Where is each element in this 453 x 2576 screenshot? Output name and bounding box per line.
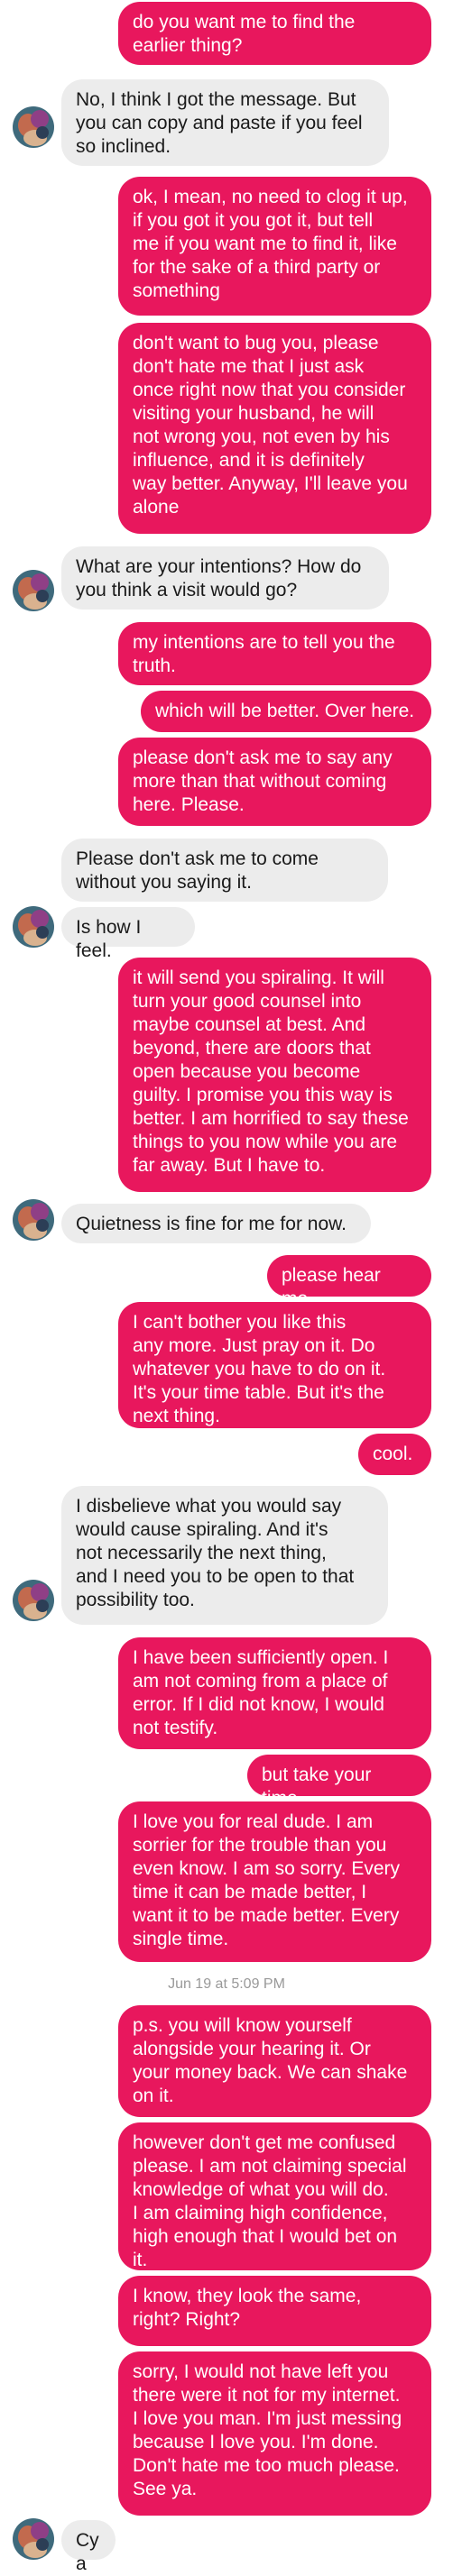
sent-message: don't want to bug you, please don't hate… <box>118 323 431 534</box>
sent-message: ok, I mean, no need to clog it up, if yo… <box>118 177 431 316</box>
sent-message: however don't get me confused please. I … <box>118 2122 431 2270</box>
received-message: Cya <box>61 2520 116 2574</box>
contact-avatar[interactable] <box>13 2518 54 2560</box>
received-message: Is how I feel. <box>61 907 195 961</box>
received-message: No, I think I got the message. But you c… <box>61 79 389 166</box>
sent-message: it will send you spiraling. It will turn… <box>118 958 431 1192</box>
sent-message: cool. <box>358 1434 431 1475</box>
sent-message: but take your time. <box>247 1755 431 1809</box>
sent-message: I have been sufficiently open. I am not … <box>118 1637 431 1749</box>
received-message: Please don't ask me to come without you … <box>61 839 388 902</box>
contact-avatar[interactable] <box>13 570 54 611</box>
sent-message: please don't ask me to say any more than… <box>118 738 431 826</box>
received-message: I disbelieve what you would say would ca… <box>61 1486 388 1625</box>
sent-message: p.s. you will know yourself alongside yo… <box>118 2005 431 2117</box>
sent-message: do you want me to find the earlier thing… <box>118 2 431 65</box>
sent-message: I can't bother you like this any more. J… <box>118 1302 431 1428</box>
sent-message: sorry, I would not have left you there w… <box>118 2351 431 2516</box>
contact-avatar[interactable] <box>13 106 54 148</box>
chat-thread: do you want me to find the earlier thing… <box>0 0 453 2574</box>
received-message: What are your intentions? How do you thi… <box>61 546 389 610</box>
sent-message: please hear me. <box>267 1255 431 1309</box>
contact-avatar[interactable] <box>13 1580 54 1621</box>
received-message: Quietness is fine for me for now. <box>61 1204 371 1243</box>
sent-message: my intentions are to tell you the truth. <box>118 622 431 685</box>
sent-message: I know, they look the same, right? Right… <box>118 2276 431 2346</box>
sent-message: which will be better. Over here. <box>141 691 431 732</box>
sent-message: I love you for real dude. I am sorrier f… <box>118 1801 431 1962</box>
contact-avatar[interactable] <box>13 1199 54 1241</box>
message-timestamp: Jun 19 at 5:09 PM <box>168 1976 285 1992</box>
contact-avatar[interactable] <box>13 906 54 948</box>
